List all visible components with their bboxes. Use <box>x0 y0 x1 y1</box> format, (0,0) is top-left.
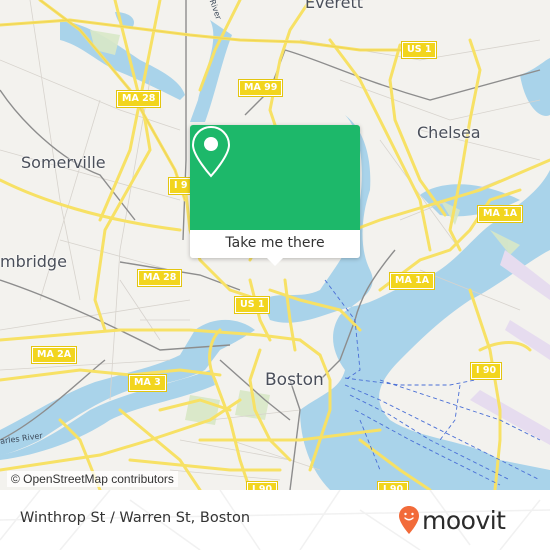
moovit-pin-icon <box>399 506 419 534</box>
route-shield-i90-east: I 90 <box>469 362 503 380</box>
place-label-boston: Boston <box>265 370 324 390</box>
route-shield-i93: I 9 <box>167 177 194 195</box>
route-shield-us1-south: US 1 <box>233 296 271 314</box>
route-shield-ma1a-east: MA 1A <box>476 205 524 223</box>
route-shield-i90-right: I 90 <box>376 481 410 490</box>
route-shield-us1: US 1 <box>400 41 438 59</box>
place-label-everett: Everett <box>305 0 364 12</box>
take-me-there-button[interactable]: Take me there <box>190 230 360 258</box>
map-pin-icon <box>191 125 231 178</box>
popup-pointer <box>267 258 283 266</box>
place-label-chelsea: Chelsea <box>417 123 481 142</box>
place-label-somerville: Somerville <box>21 153 106 172</box>
footer-bar: Winthrop St / Warren St, Boston moovit <box>0 490 550 550</box>
route-shield-ma99: MA 99 <box>237 79 284 97</box>
map-attribution[interactable]: © OpenStreetMap contributors <box>7 471 178 487</box>
moovit-logo[interactable]: moovit <box>398 498 506 542</box>
route-shield-ma1a-mid: MA 1A <box>388 272 436 290</box>
route-shield-ma3: MA 3 <box>128 374 167 392</box>
map-view[interactable]: Everett Somerville Chelsea mbridge Bosto… <box>0 0 550 490</box>
location-popup: Take me there <box>190 125 360 266</box>
route-shield-ma28-south: MA 28 <box>136 269 183 287</box>
stop-name: Winthrop St / Warren St, Boston <box>20 510 251 526</box>
popup-header[interactable] <box>190 125 360 230</box>
route-shield-i90-left: I 90 <box>245 481 279 490</box>
place-label-cambridge: mbridge <box>0 252 67 271</box>
moovit-wordmark: moovit <box>422 505 506 535</box>
route-shield-ma28: MA 28 <box>115 90 162 108</box>
route-shield-ma2a: MA 2A <box>30 346 78 364</box>
